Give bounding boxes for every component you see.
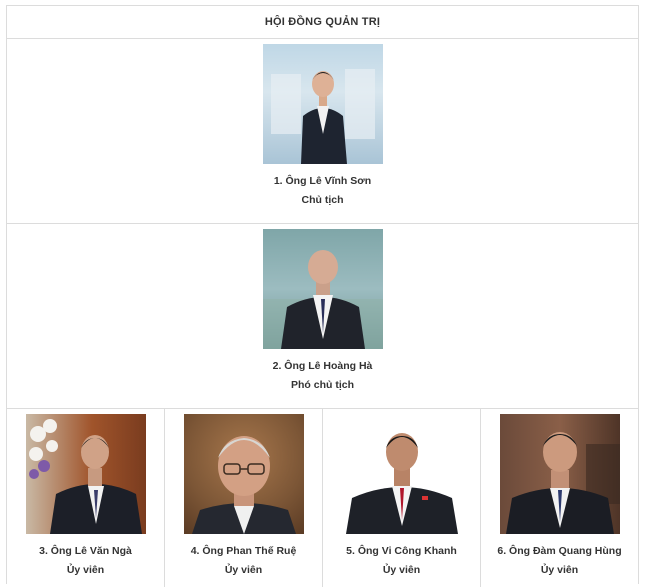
member-row-committee: 3. Ông Lê Văn Ngà Ủy viên 4. Ông Phan Th…: [7, 409, 638, 587]
portrait-photo-5: [341, 414, 462, 534]
table-header: HỘI ĐỒNG QUẢN TRỊ: [7, 6, 638, 39]
member-role: Phó chủ tịch: [291, 379, 354, 391]
member-row-chairman: 1. Ông Lê Vĩnh Sơn Chủ tịch: [7, 39, 638, 224]
page-title: HỘI ĐỒNG QUẢN TRỊ: [264, 16, 381, 28]
member-cell-5: 5. Ông Vi Công Khanh Ủy viên: [323, 409, 481, 587]
member-name: 2. Ông Lê Hoàng Hà: [272, 360, 373, 372]
portrait-photo-4: [183, 414, 304, 534]
member-name: 5. Ông Vi Công Khanh: [346, 545, 457, 557]
portrait-photo-6: [499, 414, 620, 534]
member-name: 6. Ông Đàm Quang Hùng: [497, 545, 622, 557]
member-row-vice-chairman: 2. Ông Lê Hoàng Hà Phó chủ tịch: [7, 224, 638, 409]
member-name: 3. Ông Lê Văn Ngà: [39, 545, 132, 557]
member-role: Ủy viên: [66, 564, 105, 576]
member-name: 1. Ông Lê Vĩnh Sơn: [273, 175, 372, 187]
board-of-directors-table: HỘI ĐỒNG QUẢN TRỊ 1. Ông Lê Vĩnh Sơn Chủ…: [6, 5, 639, 587]
member-role: Ủy viên: [224, 564, 263, 576]
member-cell-4: 4. Ông Phan Thế Ruệ Ủy viên: [165, 409, 323, 587]
member-cell-3: 3. Ông Lê Văn Ngà Ủy viên: [7, 409, 165, 587]
portrait-photo-3: [25, 414, 146, 534]
member-role: Chủ tịch: [301, 194, 344, 206]
portrait-photo-2: [262, 229, 383, 349]
member-role: Ủy viên: [540, 564, 579, 576]
member-cell-6: 6. Ông Đàm Quang Hùng Ủy viên: [481, 409, 638, 587]
member-role: Ủy viên: [382, 564, 421, 576]
portrait-photo-1: [262, 44, 383, 164]
member-name: 4. Ông Phan Thế Ruệ: [190, 545, 297, 557]
